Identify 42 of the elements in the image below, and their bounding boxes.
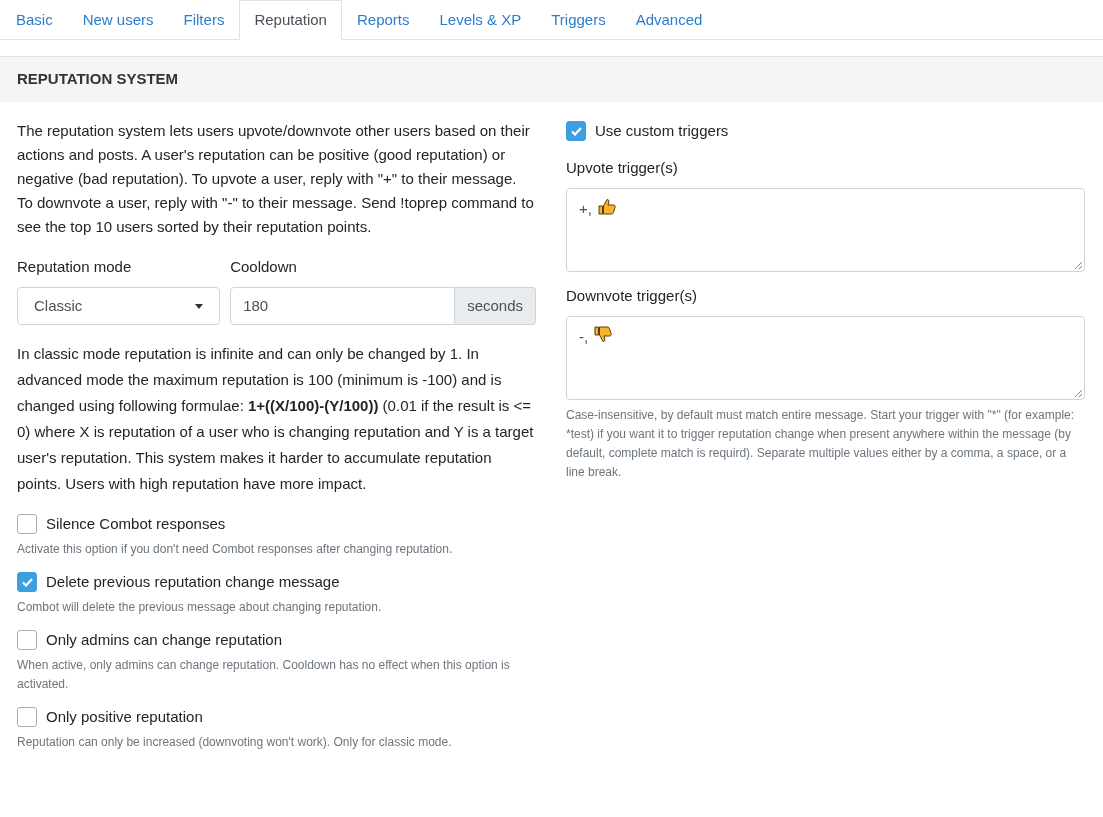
section-title: REPUTATION SYSTEM (17, 69, 179, 90)
tab[interactable]: Triggers (536, 0, 621, 40)
checkbox[interactable] (17, 630, 37, 650)
help-text: Combot will delete the previous message about changing reputation. (17, 599, 383, 616)
tab[interactable]: New users (67, 0, 169, 40)
checkbox[interactable] (17, 514, 37, 534)
option-label: Only admins can change reputation (46, 629, 282, 650)
cooldown-input[interactable]: 180 (230, 287, 456, 325)
tab[interactable]: Advanced (620, 0, 718, 40)
mode-help-text: In classic mode reputation is infinite and can only be changed by 1. In advanced mode the maximum reputation is 100 (minimum is -100) and is changed using following formulae: 1+((X/100)-(Y/100)) (0.01 if the result is <= 0) where X is reputation of a user who is changing reputation and Y is a target user's reputation. This system makes it harder to accumulate reputation points. Users with high reputation have more impact. (17, 344, 535, 494)
checkmark-icon (570, 126, 582, 136)
trigger-textarea[interactable]: -, (566, 316, 1085, 400)
select-field[interactable]: Classic (17, 287, 221, 325)
tab[interactable]: Levels & XP (424, 0, 537, 40)
resize-handle-icon (1074, 389, 1082, 397)
help-text: Activate this option if you don't need Combot responses after changing reputation. (17, 541, 454, 558)
field-label: Cooldown (230, 257, 298, 277)
thumbs-up-icon (597, 198, 616, 215)
checkbox[interactable] (566, 121, 586, 141)
resize-handle-icon (1074, 261, 1082, 269)
checkmark-icon (21, 577, 33, 587)
unit-addon: seconds (455, 287, 536, 325)
tab[interactable]: Reputation (239, 0, 342, 40)
option-label: Use custom triggers (595, 120, 729, 141)
field-label: Upvote trigger(s) (566, 158, 679, 178)
tab[interactable]: Reports (341, 0, 425, 40)
field-label: Reputation mode (17, 257, 133, 277)
option-label: Only positive reputation (46, 706, 203, 727)
help-text: When active, only admins can change reputation. Cooldown has no effect when this option is activated. (17, 657, 511, 693)
tab[interactable]: Filters (168, 0, 240, 40)
option-label: Delete previous reputation change message (46, 571, 340, 592)
thumbs-down-icon (594, 326, 613, 343)
option-label: Silence Combot responses (46, 513, 226, 534)
trigger-textarea[interactable]: +, (566, 188, 1085, 272)
tab[interactable]: Basic (1, 0, 68, 40)
triggers-help-text: Case-insensitive, by default must match entire message. Start your trigger with "*" (for example: *test) if you want it to trigger reputation change when present anywhere within the message (by default, complete match is requird). Separate multiple values either by a comma, a space, or a line break. (566, 407, 1076, 481)
checkbox[interactable] (17, 707, 37, 727)
help-text: Reputation can only be increased (downvoting won't work). Only for classic mode. (17, 734, 453, 751)
intro-text: The reputation system lets users upvote/downvote other users based on their actions and posts. A user's reputation can be positive (good reputation) or negative (bad reputation). To upvote a user, reply with "+" to their message. To downvote a user, reply with "-" to their message. Send !toprep command to see the top 10 users sorted by their reputation points. (17, 121, 535, 237)
caret-icon (195, 303, 204, 309)
checkbox[interactable] (17, 572, 37, 592)
field-label: Downvote trigger(s) (566, 286, 698, 306)
